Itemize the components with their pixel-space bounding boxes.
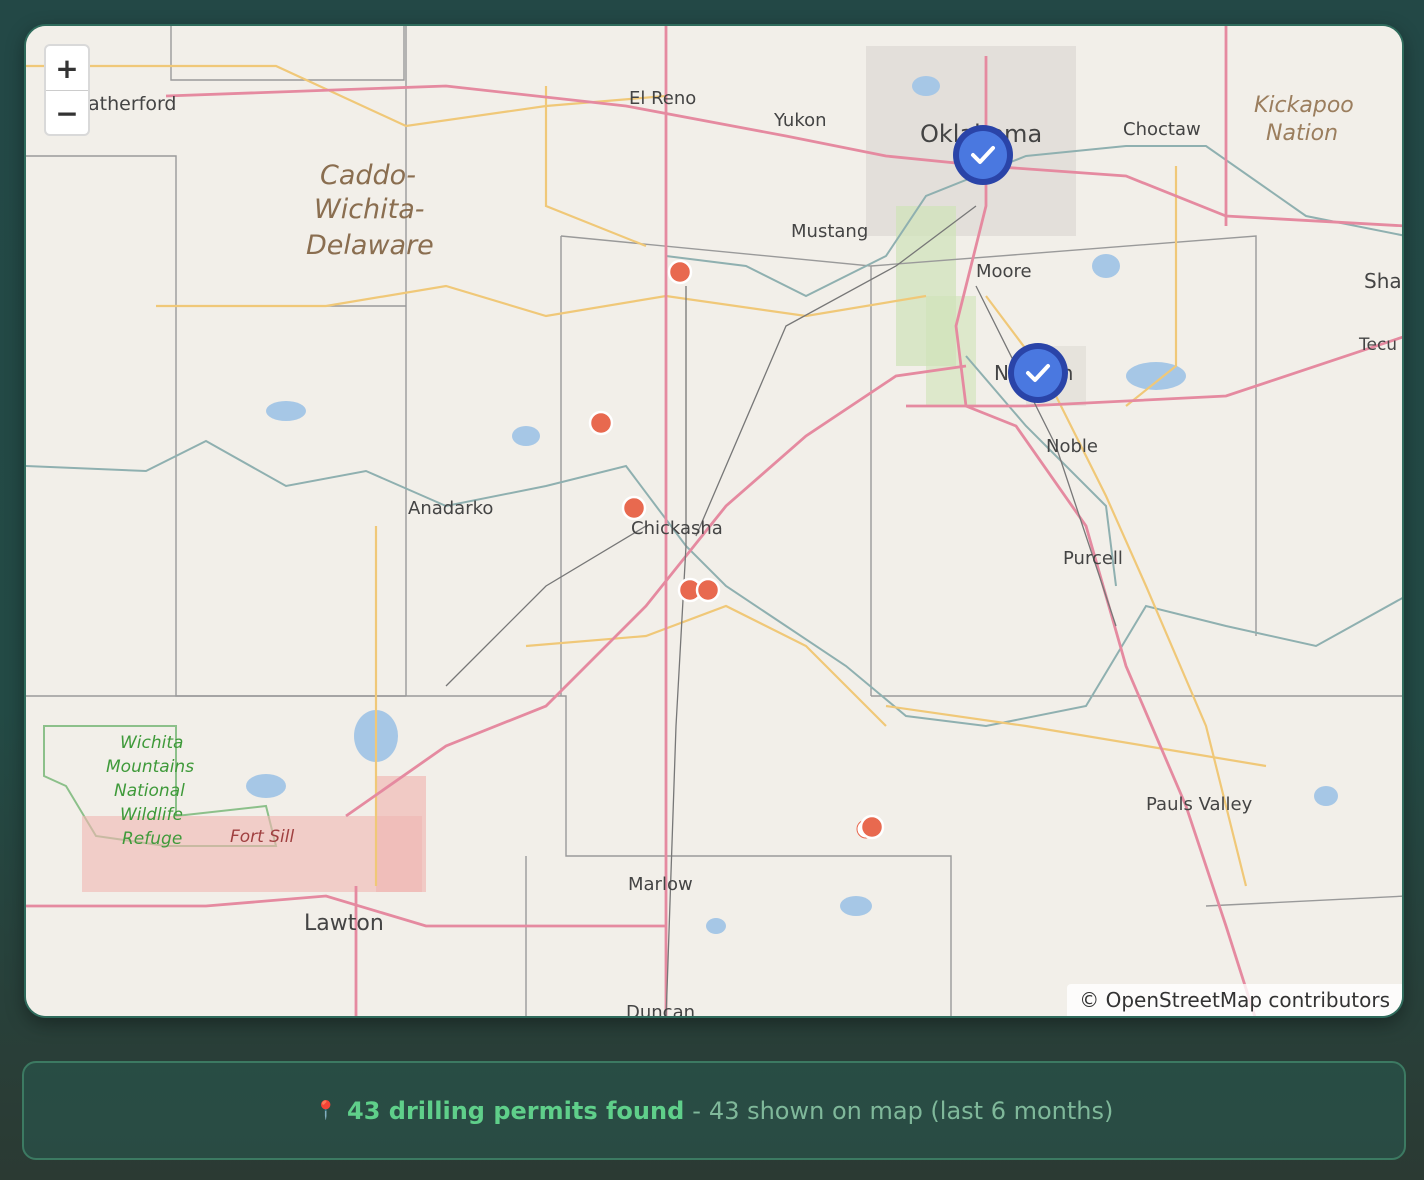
permit-detail: 43 shown on map (last 6 months)	[708, 1096, 1114, 1125]
pin-icon: 📍	[314, 1100, 338, 1121]
label-kickapoo-nation: Nation	[1266, 121, 1338, 146]
label-shawnee: Sha	[1364, 269, 1402, 293]
permit-marker[interactable]	[588, 410, 614, 436]
label-caddo: Caddo-	[320, 160, 416, 191]
zoom-control: + −	[44, 44, 90, 136]
label-wichita-mountains-2: Mountains	[106, 757, 194, 777]
label-yukon: Yukon	[773, 110, 827, 131]
label-delaware: Delaware	[306, 230, 434, 261]
permit-summary: 📍 43 drilling permits found - 43 shown o…	[22, 1061, 1406, 1160]
summary-separator: -	[692, 1096, 701, 1125]
label-wichita-mountains-4: Wildlife	[120, 805, 183, 825]
label-choctaw: Choctaw	[1123, 119, 1201, 140]
label-wichita-mountains-3: National	[114, 781, 185, 801]
zoom-out-button[interactable]: −	[46, 91, 88, 134]
zoom-in-button[interactable]: +	[46, 46, 88, 91]
permit-marker[interactable]	[695, 577, 721, 603]
label-el-reno: El Reno	[629, 88, 696, 109]
label-duncan: Duncan	[626, 1002, 695, 1018]
label-wichita-mountains-5: Refuge	[122, 829, 182, 849]
verified-marker[interactable]	[953, 125, 1013, 185]
label-mustang: Mustang	[791, 221, 868, 242]
map-canvas[interactable]: atherford El Reno Yukon Oklahoma Choctaw…	[26, 26, 1404, 1018]
label-purcell: Purcell	[1063, 548, 1123, 569]
permit-marker[interactable]	[667, 259, 693, 285]
permit-marker[interactable]	[859, 814, 885, 840]
label-pauls-valley: Pauls Valley	[1146, 794, 1253, 815]
label-tecumseh: Tecu	[1358, 335, 1397, 355]
label-wichita: Wichita-	[314, 194, 425, 225]
verified-marker[interactable]	[1008, 343, 1068, 403]
label-marlow: Marlow	[628, 874, 693, 895]
label-lawton: Lawton	[304, 911, 384, 936]
label-chickasha: Chickasha	[631, 518, 723, 539]
permit-marker[interactable]	[621, 495, 647, 521]
label-fort-sill: Fort Sill	[230, 827, 294, 847]
label-moore: Moore	[976, 261, 1032, 282]
map-attribution[interactable]: © OpenStreetMap contributors	[1067, 984, 1402, 1016]
label-weatherford: atherford	[88, 93, 177, 115]
permit-count: 43 drilling permits found	[347, 1096, 685, 1125]
map-container[interactable]: atherford El Reno Yukon Oklahoma Choctaw…	[24, 24, 1404, 1018]
label-noble: Noble	[1046, 436, 1098, 457]
label-kickapoo: Kickapoo	[1254, 93, 1354, 118]
label-wichita-mountains-1: Wichita	[120, 733, 183, 753]
label-anadarko: Anadarko	[408, 498, 493, 519]
